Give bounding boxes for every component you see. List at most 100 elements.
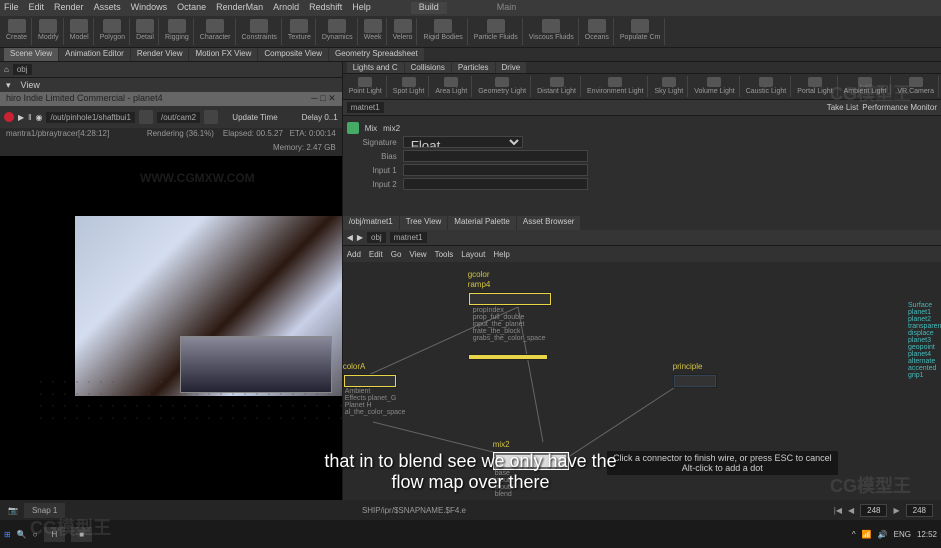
tab-particles[interactable]: Particles xyxy=(452,62,495,73)
shelf-week[interactable]: Week xyxy=(360,18,387,45)
shelf-velero[interactable]: Velero xyxy=(389,18,418,45)
node-ramp-handle[interactable] xyxy=(468,354,548,360)
prev-frame-icon[interactable]: ◀ xyxy=(848,506,854,515)
p-7[interactable]: planet4 xyxy=(906,351,941,358)
next-frame-icon[interactable]: ▶ xyxy=(893,506,899,515)
net-menu-help[interactable]: Help xyxy=(493,250,509,259)
current-frame[interactable]: 248 xyxy=(860,504,887,517)
tray-time[interactable]: 12:52 xyxy=(917,530,937,539)
back-icon[interactable]: ◀ xyxy=(347,233,353,242)
net-path-obj[interactable]: obj xyxy=(367,232,386,243)
shelf-char[interactable]: Character xyxy=(196,18,236,45)
path-obj[interactable]: obj xyxy=(13,64,32,75)
shelf-volume-light[interactable]: Volume Light xyxy=(690,76,739,97)
tray-network-icon[interactable]: 📶 xyxy=(862,530,872,539)
colora-in-3[interactable]: al_the_color_space xyxy=(345,409,406,416)
tray-lang[interactable]: ENG xyxy=(894,530,911,539)
tab-composite[interactable]: Composite View xyxy=(258,48,328,61)
colora-in-1[interactable]: Effects planet_G xyxy=(345,395,406,402)
parm-bias-input[interactable] xyxy=(403,150,588,162)
node-principle[interactable] xyxy=(673,374,717,388)
first-frame-icon[interactable]: |◀ xyxy=(834,506,842,515)
snapshot-name[interactable]: Snap 1 xyxy=(24,503,65,518)
menu-windows[interactable]: Windows xyxy=(131,2,168,14)
menu-assets[interactable]: Assets xyxy=(94,2,121,14)
p-2[interactable]: planet2 xyxy=(906,316,941,323)
stop-icon[interactable]: ◉ xyxy=(35,113,42,122)
menu-redshift[interactable]: Redshift xyxy=(309,2,342,14)
p-1[interactable]: planet1 xyxy=(906,309,941,316)
shelf-point-light[interactable]: Point Light xyxy=(345,76,387,97)
tab-perf-monitor[interactable]: Performance Monitor xyxy=(862,103,937,112)
shelf-dyn[interactable]: Dynamics xyxy=(318,18,358,45)
colora-in-0[interactable]: Ambient xyxy=(345,388,406,395)
start-icon[interactable]: ⊞ xyxy=(4,530,11,539)
menu-render[interactable]: Render xyxy=(54,2,84,14)
tab-geospread[interactable]: Geometry Spreadsheet xyxy=(329,48,424,61)
parm-input1-field[interactable] xyxy=(403,164,588,176)
maximize-icon[interactable]: □ xyxy=(320,93,325,103)
shelf-vr-camera[interactable]: VR Camera xyxy=(893,76,939,97)
menu-renderman[interactable]: RenderMan xyxy=(216,2,263,14)
menu-help[interactable]: Help xyxy=(352,2,371,14)
tab-lights[interactable]: Lights and C xyxy=(347,62,404,73)
node-ramp4[interactable] xyxy=(468,292,552,306)
record-icon[interactable] xyxy=(4,112,14,122)
net-menu-layout[interactable]: Layout xyxy=(461,250,485,259)
tray-up-icon[interactable]: ^ xyxy=(852,530,856,539)
tab-render-view[interactable]: Render View xyxy=(131,48,189,61)
shelf-detail[interactable]: Detail xyxy=(132,18,159,45)
shelf-texture[interactable]: Texture xyxy=(284,18,316,45)
fwd-icon[interactable]: ▶ xyxy=(357,233,363,242)
rop-picker-icon[interactable] xyxy=(139,110,153,124)
colora-in-2[interactable]: Planet H xyxy=(345,402,406,409)
node-name[interactable]: mix2 xyxy=(383,124,400,133)
app-taskbar-icon[interactable]: ■ xyxy=(71,527,92,542)
tab-tree-view[interactable]: Tree View xyxy=(400,216,448,230)
ramp4-in-2[interactable]: input_the_planet xyxy=(473,321,546,328)
desktop-main[interactable]: Main xyxy=(497,2,517,14)
p-10[interactable]: grip1 xyxy=(906,372,941,379)
parm-path[interactable]: matnet1 xyxy=(347,102,384,113)
tab-scene-view[interactable]: Scene View xyxy=(4,48,58,61)
menu-file[interactable]: File xyxy=(4,2,19,14)
shelf-portal-light[interactable]: Portal Light xyxy=(793,76,837,97)
p-6[interactable]: geopoint xyxy=(906,344,941,351)
houdini-taskbar-icon[interactable]: H xyxy=(44,527,66,542)
node-colora[interactable] xyxy=(343,374,397,388)
shelf-oceans[interactable]: Oceans xyxy=(581,18,614,45)
shelf-spot-light[interactable]: Spot Light xyxy=(389,76,430,97)
tab-collisions[interactable]: Collisions xyxy=(405,62,451,73)
shelf-modify[interactable]: Modify xyxy=(34,18,64,45)
shelf-populate[interactable]: Populate Cm xyxy=(616,18,665,45)
net-menu-tools[interactable]: Tools xyxy=(435,250,454,259)
pause-icon[interactable]: ‖ xyxy=(28,113,31,122)
dropdown-icon[interactable]: ▾ xyxy=(6,80,11,91)
shelf-rigging[interactable]: Rigging xyxy=(161,18,194,45)
cam-picker-icon[interactable] xyxy=(204,110,218,124)
render-rop-path[interactable]: /out/pinhole1/shaftbui1 xyxy=(46,112,135,123)
tab-material-palette[interactable]: Material Palette xyxy=(448,216,516,230)
net-menu-edit[interactable]: Edit xyxy=(369,250,383,259)
shelf-viscous[interactable]: Viscous Fluids xyxy=(525,18,579,45)
shelf-geo-light[interactable]: Geometry Light xyxy=(474,76,531,97)
ramp4-in-0[interactable]: propIndex xyxy=(473,307,546,314)
p-8[interactable]: alternate xyxy=(906,358,941,365)
shelf-create[interactable]: Create xyxy=(2,18,32,45)
parm-input2-field[interactable] xyxy=(403,178,588,190)
render-viewport[interactable]: WWW.CGMXW.COM xyxy=(0,156,342,516)
p-9[interactable]: accented xyxy=(906,365,941,372)
ramp4-in-1[interactable]: prop_full_double xyxy=(473,314,546,321)
play-icon[interactable]: ▶ xyxy=(18,113,24,122)
home-icon[interactable]: ⌂ xyxy=(4,65,9,74)
menu-octane[interactable]: Octane xyxy=(177,2,206,14)
close-icon[interactable]: ✕ xyxy=(328,93,336,103)
render-cam-path[interactable]: /out/cam2 xyxy=(157,112,200,123)
p-5[interactable]: planet3 xyxy=(906,337,941,344)
ramp4-in-3[interactable]: frate_the_block xyxy=(473,328,546,335)
p-3[interactable]: transparency xyxy=(906,323,941,330)
shelf-distant-light[interactable]: Distant Light xyxy=(533,76,581,97)
tab-drive[interactable]: Drive xyxy=(496,62,527,73)
parm-signature-select[interactable]: Float xyxy=(403,136,523,148)
p-surface[interactable]: Surface xyxy=(906,302,941,309)
